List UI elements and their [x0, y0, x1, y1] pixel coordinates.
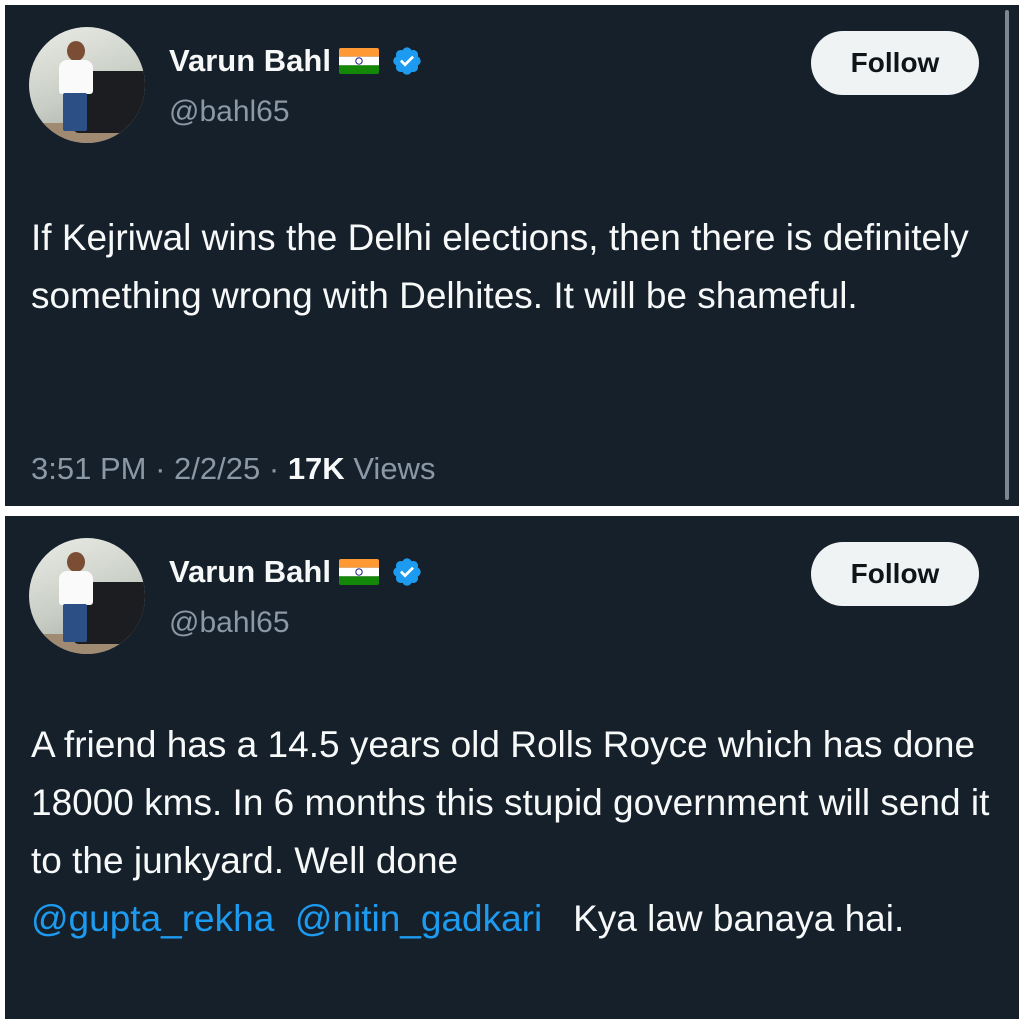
mention-link[interactable]: @gupta_rekha [31, 898, 274, 939]
author-row: Varun Bahl [169, 43, 423, 79]
india-flag-icon [338, 559, 379, 585]
follow-button[interactable]: Follow [811, 31, 979, 95]
india-flag-icon [338, 48, 379, 74]
tweet-date[interactable]: 2/2/25 [174, 451, 260, 486]
separator: · [268, 451, 280, 486]
tweet-card-1: Varun Bahl @bahl65 Follow If Kejriwal wi… [5, 5, 1019, 506]
tweet-text: If Kejriwal wins the Delhi elections, th… [31, 217, 969, 316]
verified-badge-icon [391, 45, 423, 77]
tweet-text: A friend has a 14.5 years old Rolls Royc… [31, 716, 991, 948]
mention-link[interactable]: @nitin_gadkari [295, 898, 542, 939]
tweet-time[interactable]: 3:51 PM [31, 451, 146, 486]
author-name[interactable]: Varun Bahl [169, 43, 331, 79]
scrollbar[interactable] [1005, 10, 1009, 500]
avatar[interactable] [29, 27, 145, 143]
avatar[interactable] [29, 538, 145, 654]
author-handle[interactable]: @bahl65 [169, 95, 290, 129]
tweet-card-2: Varun Bahl @bahl65 Follow A friend has a… [5, 516, 1019, 1019]
follow-button[interactable]: Follow [811, 542, 979, 606]
verified-badge-icon [391, 556, 423, 588]
author-row: Varun Bahl [169, 554, 423, 590]
views-count[interactable]: 17K [288, 451, 345, 486]
views-label: Views [353, 451, 436, 486]
separator: · [155, 451, 166, 486]
author-name[interactable]: Varun Bahl [169, 554, 331, 590]
tweet-text-part: Kya law banaya hai. [573, 898, 905, 939]
tweet-text-part: A friend has a 14.5 years old Rolls Royc… [31, 724, 990, 881]
tweet-meta: 3:51 PM · 2/2/25 · 17K Views [31, 451, 435, 487]
author-handle[interactable]: @bahl65 [169, 606, 290, 640]
